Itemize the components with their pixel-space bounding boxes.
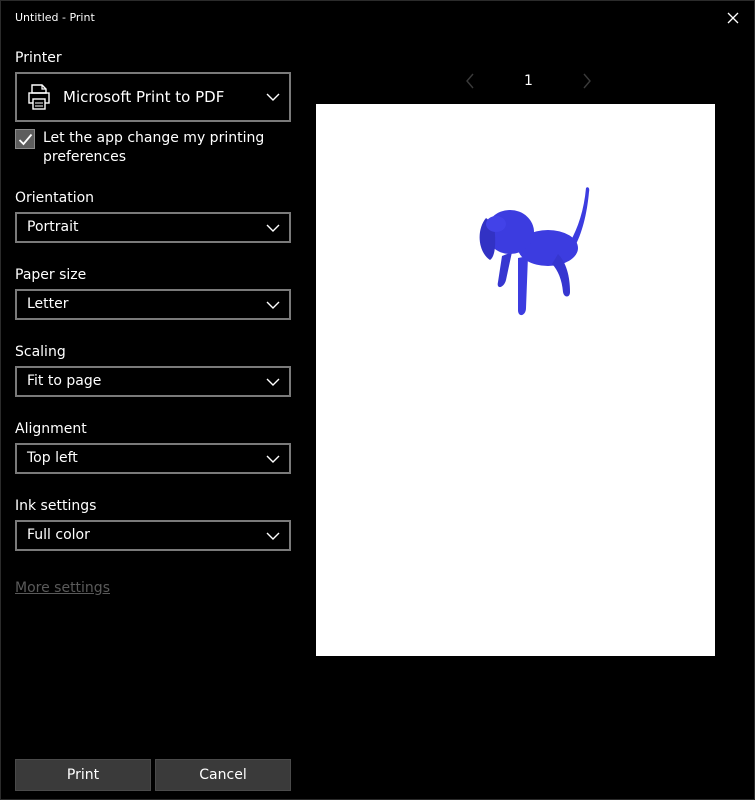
chevron-right-icon[interactable] bbox=[581, 73, 593, 89]
printer-icon bbox=[28, 84, 50, 110]
printer-value: Microsoft Print to PDF bbox=[63, 88, 225, 106]
print-preview-page bbox=[316, 104, 715, 656]
app-preferences-label: Let the app change my printing preferenc… bbox=[43, 130, 265, 165]
chevron-down-icon bbox=[266, 532, 280, 540]
paper-size-label: Paper size bbox=[15, 267, 87, 283]
checkmark-icon bbox=[18, 133, 33, 146]
alignment-select[interactable]: Top left bbox=[15, 443, 291, 474]
more-settings-link[interactable]: More settings bbox=[15, 580, 110, 596]
orientation-select[interactable]: Portrait bbox=[15, 212, 291, 243]
window-title: Untitled - Print bbox=[15, 11, 95, 24]
ink-settings-label: Ink settings bbox=[15, 498, 97, 514]
scaling-select[interactable]: Fit to page bbox=[15, 366, 291, 397]
print-button[interactable]: Print bbox=[15, 759, 151, 791]
app-preferences-checkbox[interactable] bbox=[15, 129, 35, 149]
printer-select[interactable]: Microsoft Print to PDF bbox=[15, 72, 291, 122]
page-number: 1 bbox=[524, 73, 533, 89]
orientation-value: Portrait bbox=[27, 219, 79, 235]
chevron-down-icon bbox=[266, 224, 280, 232]
print-dialog: Untitled - Print Printer Microsoft Print… bbox=[0, 0, 755, 800]
page-navigator: 1 bbox=[456, 69, 601, 93]
close-button[interactable] bbox=[724, 9, 742, 27]
paper-size-value: Letter bbox=[27, 296, 69, 312]
chevron-down-icon bbox=[266, 378, 280, 386]
chevron-down-icon bbox=[266, 93, 280, 101]
close-icon bbox=[727, 12, 739, 24]
orientation-label: Orientation bbox=[15, 190, 95, 206]
alignment-label: Alignment bbox=[15, 421, 87, 437]
scaling-label: Scaling bbox=[15, 344, 66, 360]
title-bar: Untitled - Print bbox=[1, 1, 755, 35]
chevron-down-icon bbox=[266, 301, 280, 309]
paper-size-select[interactable]: Letter bbox=[15, 289, 291, 320]
printer-label: Printer bbox=[15, 50, 62, 66]
ink-settings-select[interactable]: Full color bbox=[15, 520, 291, 551]
dog-image bbox=[479, 187, 590, 316]
cancel-button[interactable]: Cancel bbox=[155, 759, 291, 791]
ink-settings-value: Full color bbox=[27, 527, 90, 543]
scaling-value: Fit to page bbox=[27, 373, 102, 389]
chevron-down-icon bbox=[266, 455, 280, 463]
alignment-value: Top left bbox=[27, 450, 78, 466]
